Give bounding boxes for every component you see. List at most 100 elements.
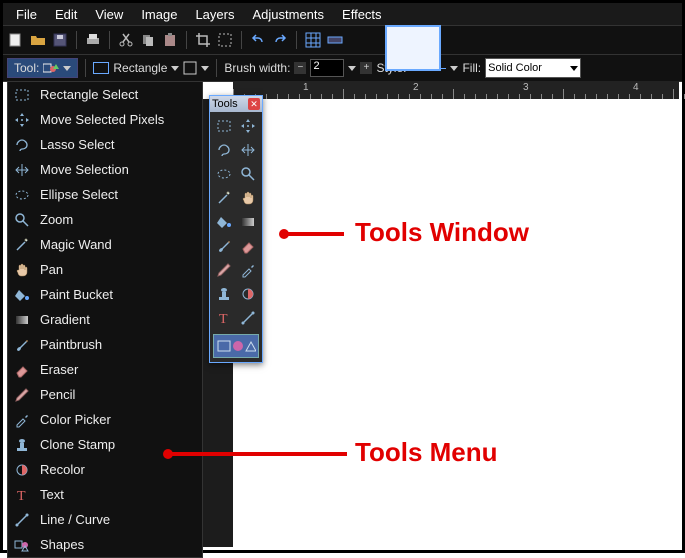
deselect-icon[interactable]: [216, 31, 234, 49]
menu-adjustments[interactable]: Adjustments: [243, 5, 333, 24]
tool-menu-label: Magic Wand: [40, 237, 112, 252]
menu-edit[interactable]: Edit: [46, 5, 86, 24]
tool-menu-ellipse-sel[interactable]: Ellipse Select: [8, 182, 202, 207]
zoom-icon: [14, 212, 30, 228]
tools-window-ellipse-sel[interactable]: [213, 163, 235, 185]
ruler-mark: 3: [523, 82, 529, 93]
tools-dropdown-menu: Rectangle Select Move Selected Pixels Lass…: [7, 81, 203, 558]
tools-window-zoom[interactable]: [237, 163, 259, 185]
tool-menu-label: Move Selected Pixels: [40, 112, 164, 127]
save-icon[interactable]: [51, 31, 69, 49]
line-icon: [14, 512, 30, 528]
tools-window-recolor[interactable]: [237, 283, 259, 305]
separator: [76, 31, 77, 49]
tools-window-wand[interactable]: [213, 187, 235, 209]
tool-menu-label: Clone Stamp: [40, 437, 115, 452]
tool-menu-label: Paint Bucket: [40, 287, 113, 302]
tools-window[interactable]: Tools ✕ T: [209, 95, 263, 363]
tool-menu-label: Shapes: [40, 537, 84, 552]
tool-menu-line[interactable]: Line / Curve: [8, 507, 202, 532]
chevron-down-icon[interactable]: [348, 66, 356, 71]
tool-menu-zoom[interactable]: Zoom: [8, 207, 202, 232]
tool-menu-rect-select[interactable]: Rectangle Select: [8, 82, 202, 107]
shapes-icon: [14, 537, 30, 553]
tool-menu-pencil[interactable]: Pencil: [8, 382, 202, 407]
draw-mode[interactable]: [183, 61, 209, 75]
tools-window-picker[interactable]: [237, 259, 259, 281]
brush-width-minus[interactable]: −: [294, 62, 306, 74]
ruler-icon[interactable]: [326, 31, 344, 49]
tools-window-text[interactable]: T: [213, 307, 235, 329]
menu-image[interactable]: Image: [132, 5, 186, 24]
chevron-down-icon: [201, 66, 209, 71]
picker-icon: [14, 412, 30, 428]
tool-menu-label: Move Selection: [40, 162, 129, 177]
open-folder-icon[interactable]: [29, 31, 47, 49]
tool-menu-text[interactable]: TText: [8, 482, 202, 507]
brush-width-input[interactable]: 2: [310, 59, 344, 77]
tools-window-rect-select[interactable]: [213, 115, 235, 137]
new-file-icon[interactable]: [7, 31, 25, 49]
ruler-mark: 4: [633, 82, 639, 93]
tools-window-move-pixels[interactable]: [237, 115, 259, 137]
tool-menu-wand[interactable]: Magic Wand: [8, 232, 202, 257]
canvas-area[interactable]: [233, 99, 679, 547]
tools-window-bucket[interactable]: [213, 211, 235, 233]
copy-icon[interactable]: [139, 31, 157, 49]
tool-menu-shapes[interactable]: Shapes: [8, 532, 202, 557]
brush-width-plus[interactable]: +: [360, 62, 372, 74]
tools-window-pencil[interactable]: [213, 259, 235, 281]
tool-menu-move-pixels[interactable]: Move Selected Pixels: [8, 107, 202, 132]
menu-file[interactable]: File: [7, 5, 46, 24]
tool-menu-picker[interactable]: Color Picker: [8, 407, 202, 432]
tools-window-titlebar[interactable]: Tools ✕: [210, 96, 262, 112]
menu-view[interactable]: View: [86, 5, 132, 24]
chevron-down-icon[interactable]: [450, 66, 458, 71]
rect-select-icon: [14, 87, 30, 103]
grid-icon[interactable]: [304, 31, 322, 49]
tool-selector[interactable]: Tool:: [7, 58, 78, 78]
tool-menu-label: Ellipse Select: [40, 187, 118, 202]
tool-menu-label: Rectangle Select: [40, 87, 138, 102]
tools-window-lasso[interactable]: [213, 139, 235, 161]
tool-menu-eraser[interactable]: Eraser: [8, 357, 202, 382]
standard-toolbar: [3, 25, 682, 55]
tool-menu-lasso[interactable]: Lasso Select: [8, 132, 202, 157]
horizontal-ruler: 1 2 3 4: [233, 81, 679, 100]
redo-icon[interactable]: [271, 31, 289, 49]
annotation-tools-menu: Tools Menu: [355, 437, 498, 468]
close-icon[interactable]: ✕: [248, 98, 260, 110]
menu-effects[interactable]: Effects: [333, 5, 391, 24]
chevron-down-icon: [171, 66, 179, 71]
tools-window-move-sel[interactable]: [237, 139, 259, 161]
tool-menu-recolor[interactable]: Recolor: [8, 457, 202, 482]
menu-layers[interactable]: Layers: [186, 5, 243, 24]
tool-menu-pan[interactable]: Pan: [8, 257, 202, 282]
lasso-icon: [14, 137, 30, 153]
tools-window-gradient[interactable]: [237, 211, 259, 233]
tools-window-stamp[interactable]: [213, 283, 235, 305]
tools-window-brush[interactable]: [213, 235, 235, 257]
tool-menu-move-sel[interactable]: Move Selection: [8, 157, 202, 182]
fill-value: Solid Color: [488, 62, 542, 74]
tool-menu-brush[interactable]: Paintbrush: [8, 332, 202, 357]
crop-icon[interactable]: [194, 31, 212, 49]
brush-icon: [14, 337, 30, 353]
fill-select[interactable]: Solid Color: [485, 58, 581, 78]
tools-window-line[interactable]: [237, 307, 259, 329]
cut-icon[interactable]: [117, 31, 135, 49]
tool-menu-bucket[interactable]: Paint Bucket: [8, 282, 202, 307]
tools-window-eraser[interactable]: [237, 235, 259, 257]
chevron-down-icon: [570, 66, 578, 71]
paste-icon[interactable]: [161, 31, 179, 49]
rectangle-swatch-icon: [93, 62, 109, 74]
print-icon[interactable]: [84, 31, 102, 49]
document-thumbnail[interactable]: [385, 25, 441, 71]
ellipse-sel-icon: [14, 187, 30, 203]
shape-selector[interactable]: Rectangle: [93, 61, 179, 75]
undo-icon[interactable]: [249, 31, 267, 49]
tool-menu-label: Gradient: [40, 312, 90, 327]
tools-window-pan[interactable]: [237, 187, 259, 209]
tools-window-shapes[interactable]: [213, 334, 259, 358]
tool-menu-gradient[interactable]: Gradient: [8, 307, 202, 332]
